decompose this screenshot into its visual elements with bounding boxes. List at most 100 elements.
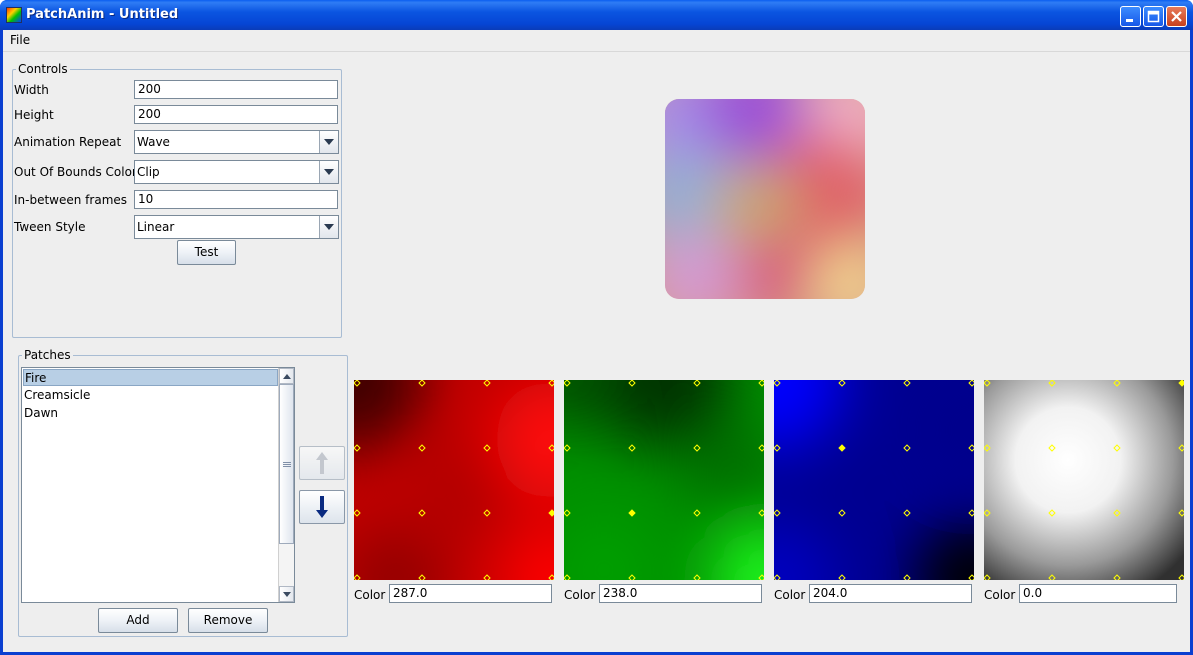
blue-channel-patch[interactable] bbox=[774, 380, 974, 580]
list-item[interactable]: Creamsicle bbox=[23, 387, 278, 404]
animation-repeat-dropdown-button[interactable] bbox=[319, 131, 338, 153]
red-color-field[interactable]: 287.0 bbox=[389, 584, 552, 603]
control-point[interactable] bbox=[418, 509, 426, 517]
control-point[interactable] bbox=[758, 574, 764, 580]
control-point[interactable] bbox=[1178, 574, 1184, 580]
control-point[interactable] bbox=[693, 380, 701, 387]
close-button[interactable] bbox=[1166, 6, 1187, 27]
patches-list[interactable]: Fire Creamsicle Dawn bbox=[21, 367, 295, 603]
control-point[interactable] bbox=[758, 444, 764, 452]
title-bar[interactable]: PatchAnim - Untitled bbox=[0, 0, 1193, 30]
move-down-button[interactable] bbox=[299, 490, 345, 524]
control-points bbox=[564, 380, 764, 580]
control-point[interactable] bbox=[984, 444, 991, 452]
control-point[interactable] bbox=[483, 509, 491, 517]
control-point[interactable] bbox=[1048, 444, 1056, 452]
inbetween-frames-field[interactable]: 10 bbox=[134, 190, 338, 209]
control-point[interactable] bbox=[564, 380, 571, 387]
control-point[interactable] bbox=[984, 509, 991, 517]
control-point[interactable] bbox=[903, 574, 911, 580]
control-point[interactable] bbox=[693, 444, 701, 452]
control-point[interactable] bbox=[548, 444, 554, 452]
control-point[interactable] bbox=[774, 380, 781, 387]
list-item[interactable]: Dawn bbox=[23, 405, 278, 422]
control-point[interactable] bbox=[903, 444, 911, 452]
control-point[interactable] bbox=[903, 509, 911, 517]
scroll-up-button[interactable] bbox=[279, 368, 294, 384]
control-point[interactable] bbox=[758, 380, 764, 387]
scroll-down-button[interactable] bbox=[279, 586, 294, 602]
control-point[interactable] bbox=[628, 509, 636, 517]
blue-color-field[interactable]: 204.0 bbox=[809, 584, 972, 603]
control-point[interactable] bbox=[483, 574, 491, 580]
control-point[interactable] bbox=[1048, 380, 1056, 387]
control-point[interactable] bbox=[354, 444, 361, 452]
out-of-bounds-select[interactable]: Clip bbox=[134, 160, 339, 184]
remove-button[interactable]: Remove bbox=[188, 608, 268, 633]
control-point[interactable] bbox=[838, 574, 846, 580]
control-point[interactable] bbox=[968, 444, 974, 452]
control-point[interactable] bbox=[758, 509, 764, 517]
control-point[interactable] bbox=[838, 444, 846, 452]
control-point[interactable] bbox=[1178, 380, 1184, 387]
control-point[interactable] bbox=[774, 509, 781, 517]
control-point[interactable] bbox=[1178, 444, 1184, 452]
control-point[interactable] bbox=[628, 574, 636, 580]
control-point[interactable] bbox=[968, 574, 974, 580]
control-point[interactable] bbox=[838, 380, 846, 387]
control-point[interactable] bbox=[693, 574, 701, 580]
green-color-field[interactable]: 238.0 bbox=[599, 584, 762, 603]
menu-file[interactable]: File bbox=[10, 33, 30, 47]
control-point[interactable] bbox=[968, 509, 974, 517]
control-point[interactable] bbox=[628, 444, 636, 452]
control-point[interactable] bbox=[1048, 574, 1056, 580]
control-point[interactable] bbox=[693, 509, 701, 517]
control-point[interactable] bbox=[564, 574, 571, 580]
add-button[interactable]: Add bbox=[98, 608, 178, 633]
list-item[interactable]: Fire bbox=[23, 369, 278, 386]
out-of-bounds-dropdown-button[interactable] bbox=[319, 161, 338, 183]
scrollbar-thumb[interactable] bbox=[279, 384, 294, 544]
animation-repeat-select[interactable]: Wave bbox=[134, 130, 339, 154]
control-point[interactable] bbox=[548, 509, 554, 517]
tween-style-dropdown-button[interactable] bbox=[319, 216, 338, 238]
control-point[interactable] bbox=[564, 509, 571, 517]
control-point[interactable] bbox=[354, 574, 361, 580]
vertical-scrollbar[interactable] bbox=[278, 368, 294, 602]
control-point[interactable] bbox=[1048, 509, 1056, 517]
tween-style-select[interactable]: Linear bbox=[134, 215, 339, 239]
width-field[interactable]: 200 bbox=[134, 80, 338, 99]
control-point[interactable] bbox=[418, 444, 426, 452]
red-channel-patch[interactable] bbox=[354, 380, 554, 580]
control-point[interactable] bbox=[354, 380, 361, 387]
control-point[interactable] bbox=[968, 380, 974, 387]
control-point[interactable] bbox=[1178, 509, 1184, 517]
control-point[interactable] bbox=[1113, 509, 1121, 517]
control-point[interactable] bbox=[548, 380, 554, 387]
control-point[interactable] bbox=[984, 380, 991, 387]
alpha-channel-patch[interactable] bbox=[984, 380, 1184, 580]
control-point[interactable] bbox=[1113, 444, 1121, 452]
control-point[interactable] bbox=[1113, 574, 1121, 580]
control-point[interactable] bbox=[418, 574, 426, 580]
control-point[interactable] bbox=[354, 509, 361, 517]
control-point[interactable] bbox=[548, 574, 554, 580]
alpha-color-field[interactable]: 0.0 bbox=[1019, 584, 1177, 603]
control-point[interactable] bbox=[903, 380, 911, 387]
control-point[interactable] bbox=[984, 574, 991, 580]
maximize-button[interactable] bbox=[1143, 6, 1164, 27]
control-point[interactable] bbox=[564, 444, 571, 452]
control-point[interactable] bbox=[628, 380, 636, 387]
control-point[interactable] bbox=[774, 444, 781, 452]
control-point[interactable] bbox=[1113, 380, 1121, 387]
minimize-button[interactable] bbox=[1120, 6, 1141, 27]
move-up-button[interactable] bbox=[299, 446, 345, 480]
green-channel-patch[interactable] bbox=[564, 380, 764, 580]
test-button[interactable]: Test bbox=[177, 240, 236, 265]
height-field[interactable]: 200 bbox=[134, 105, 338, 124]
control-point[interactable] bbox=[774, 574, 781, 580]
control-point[interactable] bbox=[483, 380, 491, 387]
control-point[interactable] bbox=[483, 444, 491, 452]
control-point[interactable] bbox=[418, 380, 426, 387]
control-point[interactable] bbox=[838, 509, 846, 517]
